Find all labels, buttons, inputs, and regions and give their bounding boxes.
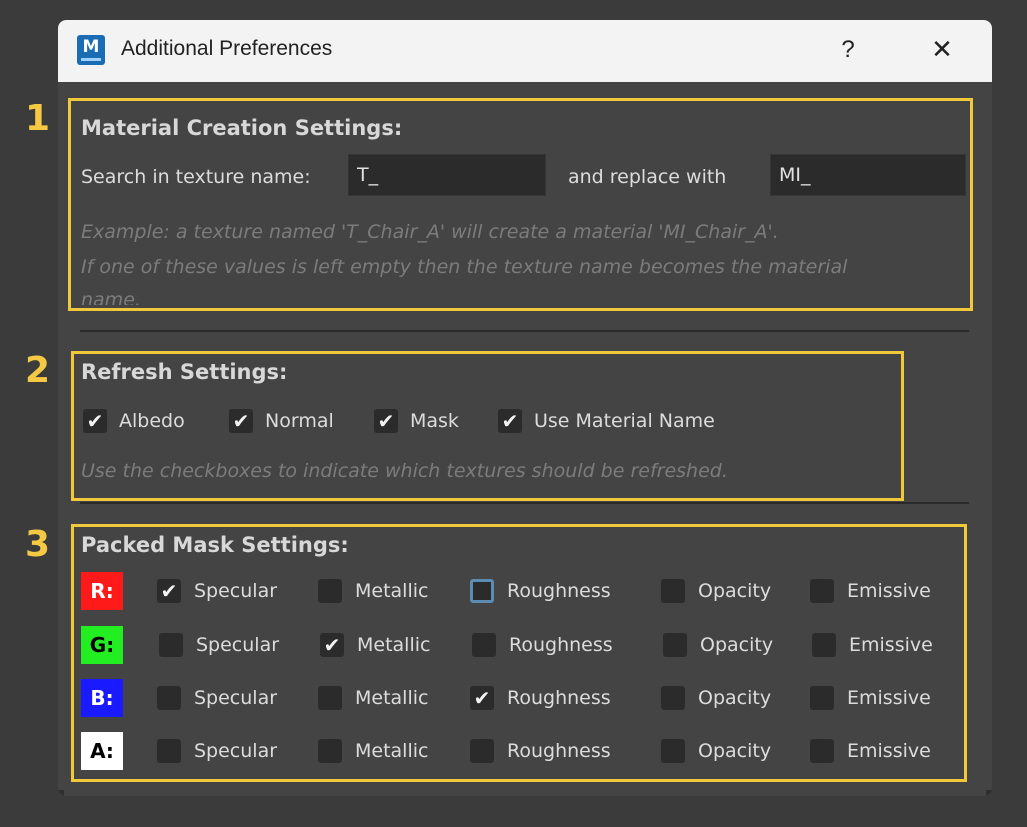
highlight-box-material — [68, 98, 973, 311]
close-button[interactable]: ✕ — [920, 30, 964, 70]
highlight-box-refresh — [71, 351, 904, 501]
section-marker-1: 1 — [25, 98, 51, 139]
title-bar: M Additional Preferences ? ✕ — [58, 20, 992, 82]
divider — [80, 502, 969, 504]
section-marker-2: 2 — [25, 350, 51, 391]
window-title: Additional Preferences — [121, 37, 333, 60]
section-marker-3: 3 — [25, 524, 51, 565]
resize-corner — [58, 790, 64, 796]
help-button[interactable]: ? — [828, 30, 868, 70]
divider — [80, 330, 969, 332]
resize-grip[interactable] — [986, 790, 992, 796]
highlight-box-packed — [71, 524, 967, 782]
app-icon: M — [77, 35, 105, 65]
